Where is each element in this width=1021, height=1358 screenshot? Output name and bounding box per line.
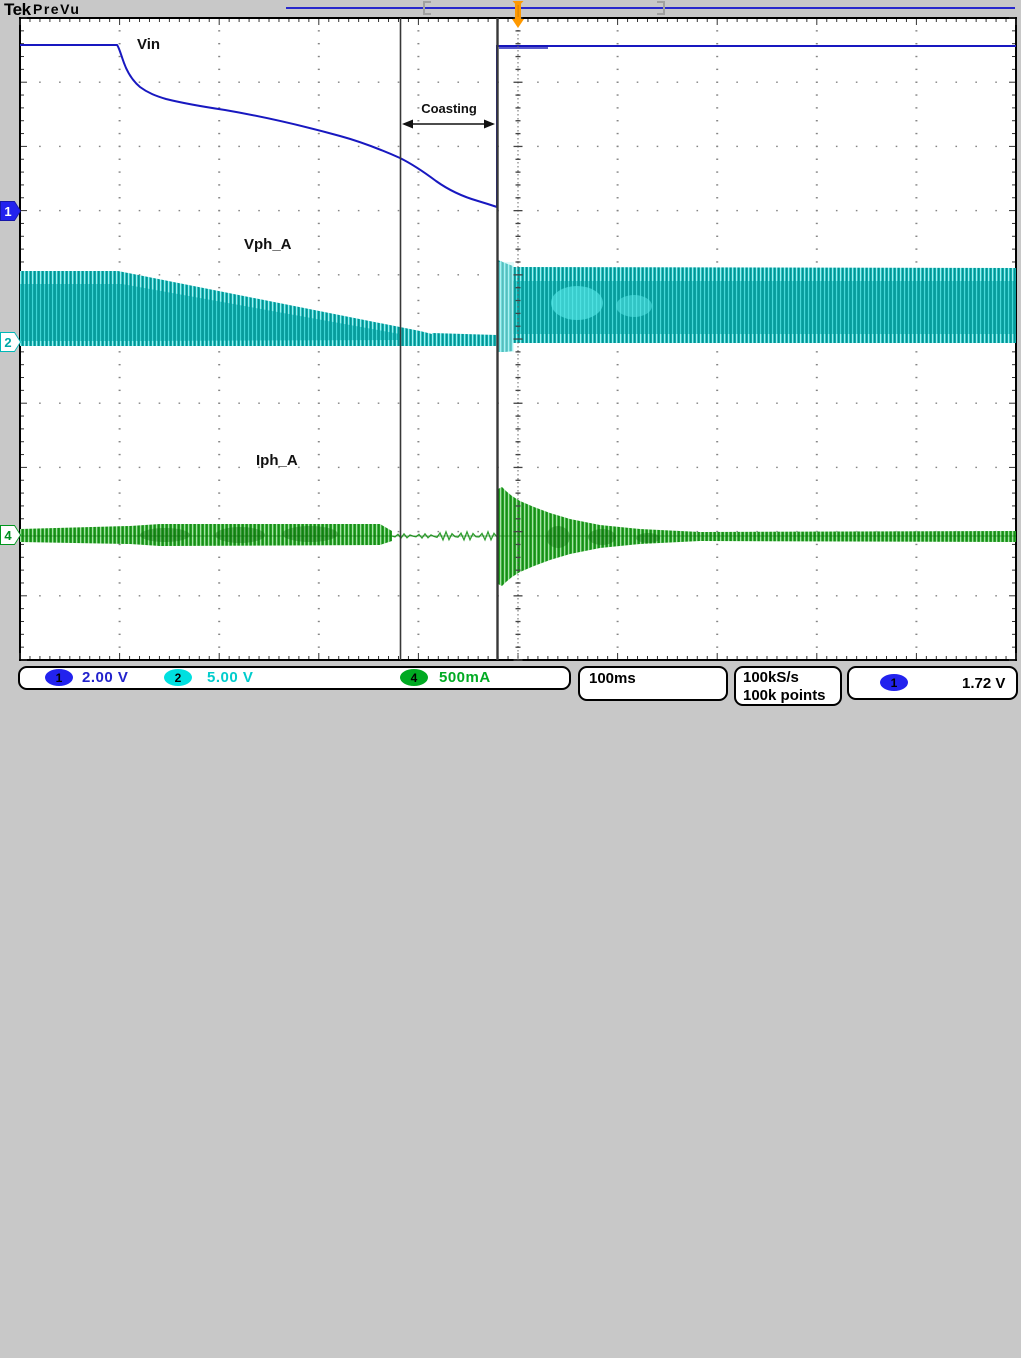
trace-label-iph-a2: Iph_A [256, 452, 298, 469]
trigger-source-badge[interactable]: 1 [880, 674, 908, 691]
timebase-value: 100ms [589, 670, 636, 687]
acquisition-readout: 100kS/s 100k points [734, 666, 842, 706]
tek-logo: Tek [4, 0, 31, 20]
ch1-badge[interactable]: 1 [45, 669, 73, 686]
trigger-readout: 1 1.72 V [847, 666, 1018, 700]
acquisition-mode-label: PreVu [33, 1, 80, 17]
sample-rate-value: 100kS/s [743, 669, 799, 686]
ch4-badge[interactable]: 4 [400, 669, 428, 686]
ch2-scale-readout: 5.00 V [207, 669, 253, 686]
channel-scales-readout: 1 2.00 V 2 5.00 V 4 500mA [18, 666, 571, 690]
oscilloscope-display [0, 0, 1021, 711]
timebase-readout: 100ms [578, 666, 728, 701]
trace-label-vin: Vin [137, 36, 160, 53]
record-length-value: 100k points [743, 687, 826, 704]
ch1-scale-readout: 2.00 V [82, 669, 128, 686]
trace-label-vph-a: Vph_A [244, 236, 292, 253]
ch2-badge[interactable]: 2 [164, 669, 192, 686]
trigger-level-value: 1.72 V [962, 675, 1005, 692]
coasting-annotation: Coasting [403, 101, 495, 116]
ch4-scale-readout: 500mA [439, 669, 491, 686]
